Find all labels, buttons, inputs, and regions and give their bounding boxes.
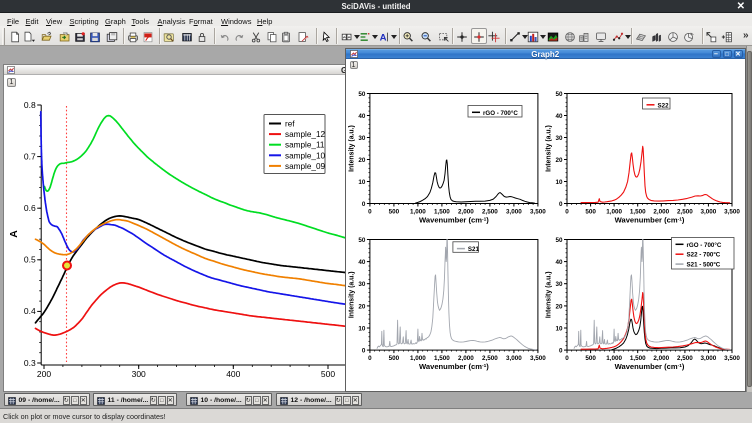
svg-text:1,000: 1,000 <box>606 209 622 216</box>
svg-text:1,500: 1,500 <box>434 355 450 362</box>
svg-text:S21: S21 <box>467 246 479 253</box>
svg-text:2,000: 2,000 <box>458 209 474 216</box>
svg-text:0.4: 0.4 <box>24 306 36 316</box>
svg-text:30: 30 <box>555 135 563 142</box>
svg-text:2,500: 2,500 <box>677 209 693 216</box>
svg-text:3,000: 3,000 <box>506 355 522 362</box>
svg-text:40: 40 <box>555 259 563 266</box>
svg-text:Intensity (a.u.): Intensity (a.u.) <box>545 271 552 318</box>
svg-text:A: A <box>8 230 20 238</box>
svg-text:30: 30 <box>555 281 563 288</box>
svg-text:sample_09: sample_09 <box>285 162 326 171</box>
svg-text:500: 500 <box>388 355 399 362</box>
svg-text:10: 10 <box>358 325 366 332</box>
svg-text:40: 40 <box>358 259 366 266</box>
svg-text:0: 0 <box>565 209 569 216</box>
svg-text:0: 0 <box>368 209 372 216</box>
svg-text:S22 - 700°C: S22 - 700°C <box>686 252 720 259</box>
svg-text:2,500: 2,500 <box>482 209 498 216</box>
svg-text:1,000: 1,000 <box>606 355 622 362</box>
svg-text:10: 10 <box>358 179 366 186</box>
svg-text:20: 20 <box>358 303 366 310</box>
svg-text:400: 400 <box>226 369 240 379</box>
svg-text:30: 30 <box>358 135 366 142</box>
svg-text:sample_12: sample_12 <box>285 130 326 139</box>
svg-text:500: 500 <box>321 369 335 379</box>
svg-text:3,500: 3,500 <box>530 355 546 362</box>
svg-text:30: 30 <box>358 281 366 288</box>
svg-text:10: 10 <box>555 325 563 332</box>
svg-text:200: 200 <box>37 369 51 379</box>
svg-text:500: 500 <box>585 209 596 216</box>
svg-text:20: 20 <box>358 157 366 164</box>
svg-text:Intensity (a.u.): Intensity (a.u.) <box>348 125 355 172</box>
svg-text:20: 20 <box>555 303 563 310</box>
svg-text:Wavenumber (cm-1): Wavenumber (cm-1) <box>614 362 684 371</box>
svg-text:3,500: 3,500 <box>724 209 740 216</box>
svg-text:0: 0 <box>361 348 365 355</box>
svg-text:1,500: 1,500 <box>434 209 450 216</box>
svg-text:sample_11: sample_11 <box>285 141 325 150</box>
svg-text:sample_10: sample_10 <box>285 151 326 160</box>
svg-text:50: 50 <box>358 91 366 98</box>
svg-text:3,000: 3,000 <box>700 355 716 362</box>
svg-text:500: 500 <box>585 355 596 362</box>
svg-text:rGO - 700°C: rGO - 700°C <box>483 110 518 117</box>
svg-text:2,000: 2,000 <box>653 355 669 362</box>
svg-text:0.8: 0.8 <box>24 100 36 110</box>
svg-text:40: 40 <box>555 113 563 120</box>
svg-text:0: 0 <box>558 348 562 355</box>
svg-text:0: 0 <box>361 201 365 208</box>
svg-text:1,500: 1,500 <box>629 209 645 216</box>
svg-text:0.6: 0.6 <box>24 203 36 213</box>
svg-text:1,000: 1,000 <box>410 355 426 362</box>
svg-text:1,500: 1,500 <box>629 355 645 362</box>
svg-text:rGO - 700°C: rGO - 700°C <box>686 242 721 249</box>
svg-text:2,500: 2,500 <box>482 355 498 362</box>
svg-text:20: 20 <box>555 157 563 164</box>
svg-text:ref: ref <box>285 120 295 129</box>
svg-text:Intensity (a.u.): Intensity (a.u.) <box>545 125 552 172</box>
svg-text:Intensity (a.u.): Intensity (a.u.) <box>348 271 355 318</box>
svg-text:50: 50 <box>555 237 563 244</box>
svg-text:Wavenumber (cm-1): Wavenumber (cm-1) <box>418 216 488 225</box>
svg-text:50: 50 <box>358 237 366 244</box>
svg-text:2,000: 2,000 <box>653 209 669 216</box>
svg-text:Wavenumber (cm-1): Wavenumber (cm-1) <box>418 362 488 371</box>
svg-text:0.5: 0.5 <box>24 255 36 265</box>
svg-text:2,500: 2,500 <box>677 355 693 362</box>
svg-text:500: 500 <box>388 209 399 216</box>
svg-text:50: 50 <box>555 91 563 98</box>
svg-text:0: 0 <box>368 355 372 362</box>
svg-text:3,500: 3,500 <box>530 209 546 216</box>
svg-text:0: 0 <box>558 201 562 208</box>
svg-text:2,000: 2,000 <box>458 355 474 362</box>
svg-text:S22: S22 <box>657 102 669 109</box>
svg-text:300: 300 <box>132 369 146 379</box>
svg-text:A: A <box>380 33 387 43</box>
svg-text:0.7: 0.7 <box>24 151 36 161</box>
svg-text:1,000: 1,000 <box>410 209 426 216</box>
svg-text:40: 40 <box>358 113 366 120</box>
svg-text:0: 0 <box>565 355 569 362</box>
svg-text:Wavenumber (cm-1): Wavenumber (cm-1) <box>614 216 684 225</box>
svg-text:10: 10 <box>555 179 563 186</box>
svg-text:3,500: 3,500 <box>724 355 740 362</box>
svg-text:S21 - 500°C: S21 - 500°C <box>686 262 720 269</box>
svg-text:3,000: 3,000 <box>700 209 716 216</box>
svg-text:0.3: 0.3 <box>24 358 36 368</box>
svg-text:3,000: 3,000 <box>506 209 522 216</box>
